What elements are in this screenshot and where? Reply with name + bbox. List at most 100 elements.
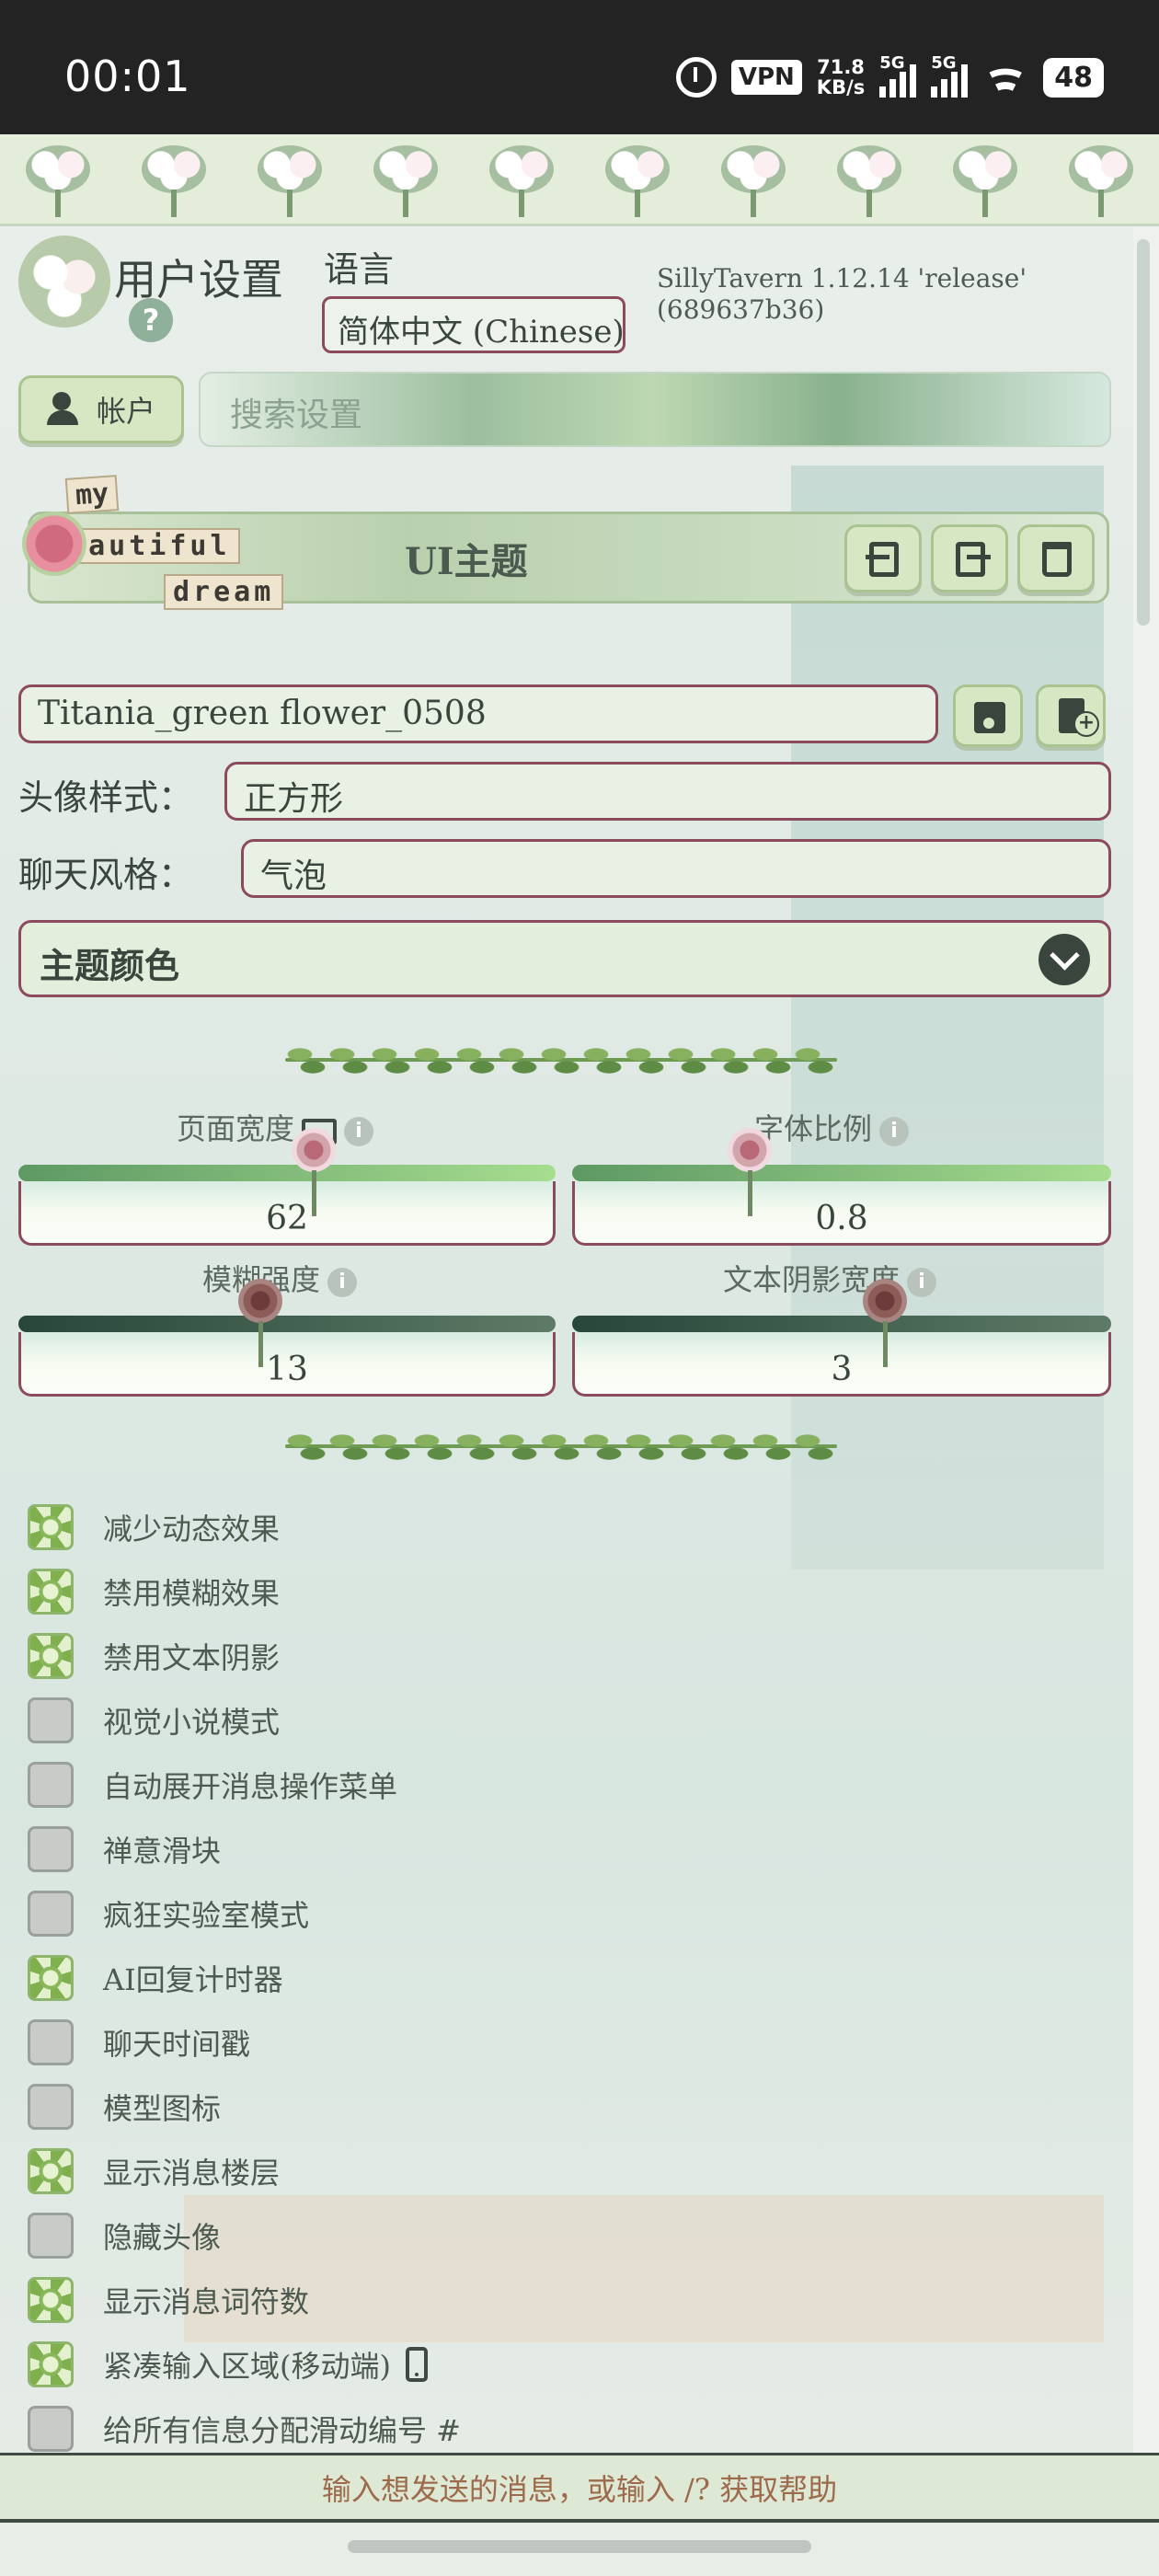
info-icon: i <box>344 1116 374 1146</box>
file-import-icon <box>869 542 899 577</box>
checkbox-unchecked[interactable] <box>28 1891 74 1937</box>
option-row[interactable]: 禅意滑块 <box>28 1823 221 1875</box>
font-scale-thumb-icon[interactable] <box>722 1128 777 1220</box>
checkbox-unchecked[interactable] <box>28 1762 74 1808</box>
chat-style-select[interactable]: 气泡 <box>241 839 1111 898</box>
home-indicator[interactable] <box>348 2540 811 2553</box>
option-row[interactable]: 给所有信息分配滑动编号 # <box>28 2403 461 2455</box>
option-label: 模型图标 <box>103 2091 222 2126</box>
user-cog-icon <box>46 392 84 427</box>
chat-input[interactable]: 输入想发送的消息，或输入 /? 获取帮助 <box>0 2453 1159 2523</box>
option-row[interactable]: 显示消息词符数 <box>28 2274 309 2326</box>
option-row[interactable]: 禁用模糊效果 <box>28 1566 280 1617</box>
delete-theme-button[interactable] <box>1017 524 1095 592</box>
wifi-icon <box>982 59 1028 96</box>
bouquet-icon <box>596 138 679 221</box>
text-shadow-width-track[interactable] <box>572 1316 1111 1332</box>
battery-indicator: 48 <box>1043 57 1104 98</box>
network-speed: 71.8 KB/s <box>816 56 866 98</box>
checkbox-checked[interactable] <box>28 2277 74 2323</box>
theme-colors-drawer[interactable]: 主题颜色 <box>18 920 1111 997</box>
option-label: 给所有信息分配滑动编号 # <box>103 2413 461 2448</box>
option-label: 紧凑输入区域(移动端) <box>103 2349 391 2384</box>
option-label: 显示消息楼层 <box>103 2156 281 2191</box>
option-row[interactable]: 视觉小说模式 <box>28 1695 280 1746</box>
file-export-icon <box>956 542 985 577</box>
checkbox-unchecked[interactable] <box>28 2084 74 2130</box>
chat-style-label: 聊天风格： <box>18 855 194 895</box>
settings-logo-icon <box>18 236 110 328</box>
checkbox-checked[interactable] <box>28 1955 74 2001</box>
option-label: 自动展开消息操作菜单 <box>103 1769 398 1804</box>
vine-divider <box>285 1417 837 1476</box>
bouquet-icon <box>1060 138 1142 221</box>
dream-stamp-logo: my beautiful dream <box>17 475 320 620</box>
alarm-icon <box>675 57 717 98</box>
theme-colors-label: 主题颜色 <box>40 945 180 986</box>
scrollbar-thumb[interactable] <box>1137 239 1150 626</box>
language-select[interactable]: 简体中文 (Chinese) <box>322 296 625 353</box>
bouquet-icon <box>828 138 911 221</box>
option-row[interactable]: 模型图标 <box>28 2081 221 2133</box>
option-label: 疯狂实验室模式 <box>103 1898 310 1933</box>
file-plus-icon <box>1059 698 1099 737</box>
option-label: 视觉小说模式 <box>103 1705 281 1740</box>
bouquet-icon <box>364 138 447 221</box>
option-row[interactable]: AI回复计时器 <box>28 1952 283 2004</box>
version-text: SillyTavern 1.12.14 'release' (689637b36… <box>657 263 1027 325</box>
option-row[interactable]: 紧凑输入区域(移动端) <box>28 2339 428 2390</box>
info-icon: i <box>327 1267 358 1297</box>
option-row[interactable]: 聊天时间戳 <box>28 2017 250 2068</box>
page-width-label: 页面宽度 i <box>177 1106 374 1152</box>
checkbox-checked[interactable] <box>28 1504 74 1550</box>
checkbox-checked[interactable] <box>28 2148 74 2194</box>
option-row[interactable]: 疯狂实验室模式 <box>28 1888 309 1939</box>
new-theme-button[interactable] <box>1036 684 1106 747</box>
checkbox-checked[interactable] <box>28 2341 74 2387</box>
status-bar: 00:01 VPN 71.8 KB/s 5G 5G 48 <box>0 0 1159 134</box>
option-row[interactable]: 显示消息楼层 <box>28 2145 280 2197</box>
ui-theme-title: UI主题 <box>405 540 528 583</box>
option-row[interactable]: 禁用文本阴影 <box>28 1630 280 1682</box>
export-theme-button[interactable] <box>931 524 1008 592</box>
bouquet-icon <box>132 138 215 221</box>
theme-select[interactable]: Titania_green flower_0508 <box>18 684 938 743</box>
blur-strength-thumb-icon[interactable] <box>233 1279 288 1371</box>
save-theme-button[interactable] <box>953 684 1023 747</box>
trash-icon <box>1042 542 1072 577</box>
checkbox-unchecked[interactable] <box>28 1826 74 1872</box>
checkbox-checked[interactable] <box>28 1569 74 1615</box>
checkbox-unchecked[interactable] <box>28 2019 74 2065</box>
option-label: AI回复计时器 <box>103 1962 283 1997</box>
text-shadow-width-thumb-icon[interactable] <box>857 1279 912 1371</box>
option-label: 显示消息词符数 <box>103 2284 310 2319</box>
account-button[interactable]: 帐户 <box>18 375 184 443</box>
avatar-style-select[interactable]: 正方形 <box>224 762 1111 821</box>
option-row[interactable]: 减少动态效果 <box>28 1501 280 1553</box>
option-label: 禁用文本阴影 <box>103 1640 281 1675</box>
checkbox-unchecked[interactable] <box>28 2406 74 2452</box>
floppy-disk-icon <box>974 702 1005 733</box>
option-row[interactable]: 自动展开消息操作菜单 <box>28 1759 397 1811</box>
bouquet-icon <box>17 138 99 221</box>
help-icon[interactable]: ? <box>129 298 173 342</box>
import-theme-button[interactable] <box>844 524 922 592</box>
option-label: 隐藏头像 <box>103 2220 222 2255</box>
account-label: 帐户 <box>96 394 155 429</box>
font-scale-value[interactable]: 0.8 <box>572 1181 1111 1246</box>
settings-search-input[interactable]: 搜索设置 <box>199 372 1111 447</box>
status-time: 00:01 <box>64 52 191 101</box>
page-width-thumb-icon[interactable] <box>286 1128 341 1220</box>
info-icon: i <box>879 1116 910 1146</box>
checkbox-unchecked[interactable] <box>28 1697 74 1743</box>
chevron-down-icon <box>1039 934 1090 985</box>
checkbox-checked[interactable] <box>28 1633 74 1679</box>
signal-icon: 5G <box>879 53 917 98</box>
bouquet-icon <box>944 138 1027 221</box>
checkbox-unchecked[interactable] <box>28 2213 74 2259</box>
option-row[interactable]: 隐藏头像 <box>28 2210 221 2261</box>
font-scale-track[interactable] <box>572 1165 1111 1181</box>
vpn-badge: VPN <box>730 60 802 95</box>
vine-divider <box>285 1030 837 1089</box>
text-shadow-width-value[interactable]: 3 <box>572 1332 1111 1397</box>
